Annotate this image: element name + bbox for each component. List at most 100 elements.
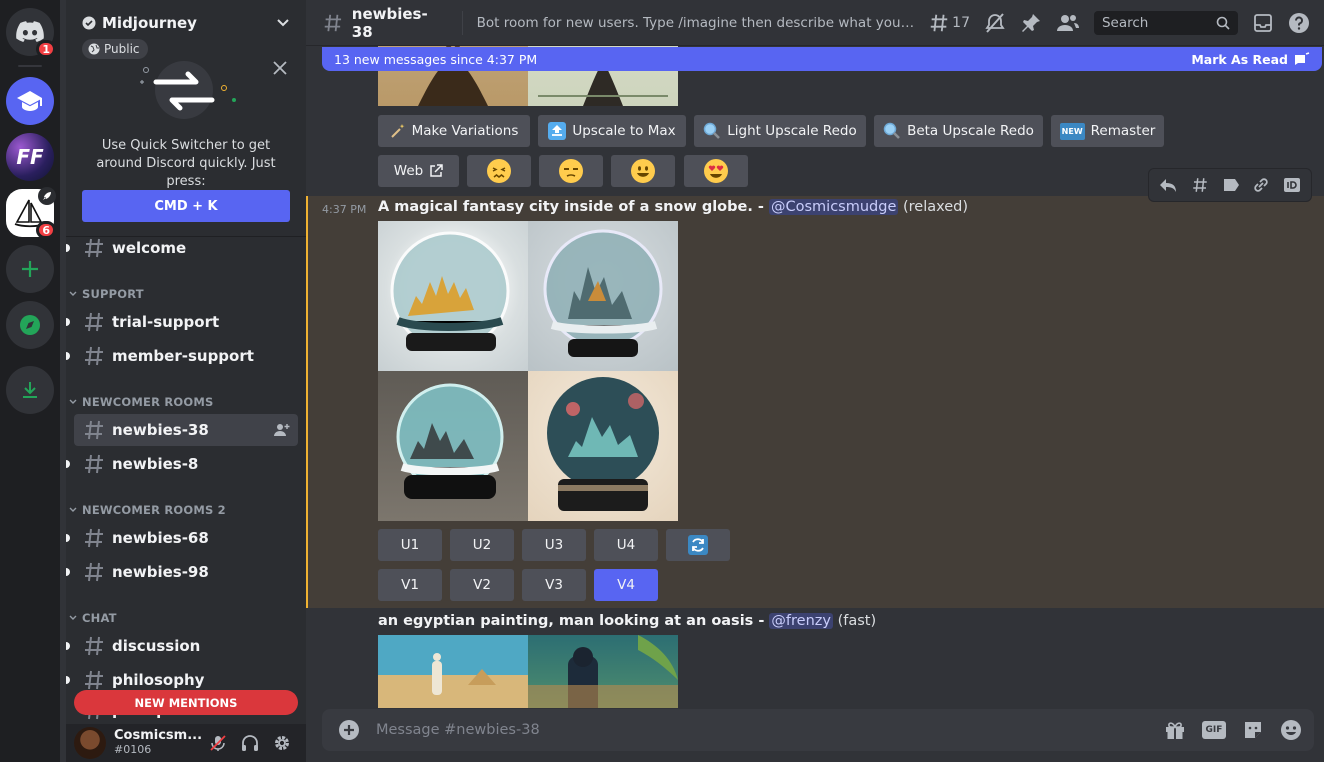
variation-v4-button[interactable]: V4	[594, 569, 658, 601]
channel-header: newbies-38 Bot room for new users. Type …	[306, 0, 1324, 46]
grid-image-2[interactable]	[528, 221, 678, 371]
button-label: Light Upscale Redo	[727, 123, 857, 139]
midjourney-server[interactable]: 6	[6, 187, 56, 239]
channel-label: welcome	[112, 239, 187, 257]
close-icon[interactable]	[271, 59, 289, 77]
channel-newbies-8[interactable]: newbies-8	[66, 448, 298, 480]
web-link-button[interactable]: Web	[378, 155, 459, 187]
pin-icon[interactable]	[1020, 12, 1042, 34]
user-mention[interactable]: @Cosmicsmudge	[769, 199, 899, 215]
inbox-icon[interactable]	[1252, 12, 1274, 34]
search-placeholder: Search	[1101, 14, 1149, 31]
grid-image-4[interactable]	[528, 371, 678, 521]
user-meta[interactable]: Cosmicsm... #0106	[114, 729, 202, 757]
member-list-icon[interactable]	[1056, 12, 1080, 34]
hash-thread-icon	[85, 562, 103, 582]
mark-as-read-label: Mark As Read	[1191, 51, 1288, 67]
discord-home-button[interactable]: 1	[6, 8, 56, 58]
make-variations-button[interactable]: Make Variations	[378, 115, 530, 147]
copy-id-icon[interactable]	[1283, 177, 1301, 193]
variation-v1-button[interactable]: V1	[378, 569, 442, 601]
beta-upscale-redo-button[interactable]: Beta Upscale Redo	[874, 115, 1043, 147]
add-attachment-icon[interactable]	[338, 719, 360, 741]
deafen-button[interactable]	[234, 727, 266, 759]
message-list: Make Variations Upscale to Max Light Ups…	[306, 46, 1324, 708]
variation-v2-button[interactable]: V2	[450, 569, 514, 601]
reaction-unamused-button[interactable]	[539, 155, 603, 187]
channel-welcome[interactable]: welcome	[66, 232, 298, 264]
message-composer[interactable]: Message #newbies-38 GIF	[322, 709, 1314, 751]
quick-switcher-shortcut-button[interactable]: CMD + K	[82, 190, 290, 222]
reroll-button[interactable]	[666, 529, 730, 561]
mute-button[interactable]	[202, 727, 234, 759]
quick-switcher-arrows-icon	[140, 61, 236, 119]
copy-link-icon[interactable]	[1252, 176, 1270, 194]
avatar[interactable]	[74, 727, 106, 759]
channel-topic[interactable]: Bot room for new users. Type /imagine th…	[477, 15, 919, 31]
category-newcomer-rooms-2[interactable]: NEWCOMER ROOMS 2	[68, 502, 226, 518]
snow-globe-image	[390, 231, 510, 351]
upscale-u1-button[interactable]: U1	[378, 529, 442, 561]
upscale-u2-button[interactable]: U2	[450, 529, 514, 561]
new-mentions-button[interactable]: NEW MENTIONS	[74, 690, 298, 715]
reaction-confounded-button[interactable]	[467, 155, 531, 187]
channel-label: newbies-98	[112, 563, 209, 581]
public-badge: Public	[82, 39, 148, 59]
mark-as-read-button[interactable]: Mark As Read	[1191, 52, 1310, 67]
reaction-heart-eyes-button[interactable]	[684, 155, 748, 187]
grid-image-1[interactable]	[378, 635, 528, 708]
help-icon[interactable]	[1288, 12, 1310, 34]
quick-switcher-text: Use Quick Switcher to get around Discord…	[96, 138, 276, 189]
grid-image-1[interactable]	[378, 221, 528, 371]
reaction-smiley-button[interactable]	[611, 155, 675, 187]
channel-newbies-38[interactable]: newbies-38	[74, 414, 298, 446]
channel-member-support[interactable]: member-support	[66, 340, 298, 372]
sticker-icon[interactable]	[1242, 719, 1264, 741]
user-settings-button[interactable]	[266, 727, 298, 759]
light-upscale-redo-button[interactable]: Light Upscale Redo	[694, 115, 866, 147]
gift-icon[interactable]	[1164, 719, 1186, 741]
channel-label: philosophy	[112, 671, 205, 689]
hash-thread-icon	[85, 346, 103, 366]
emoji-picker-icon[interactable]	[1280, 719, 1302, 741]
grid-image-3[interactable]	[378, 371, 528, 521]
grid-image-2[interactable]	[528, 635, 678, 708]
notification-badge: 6	[36, 221, 56, 239]
variation-v3-button[interactable]: V3	[522, 569, 586, 601]
upscale-to-max-button[interactable]: Upscale to Max	[538, 115, 686, 147]
new-messages-bar[interactable]: 13 new messages since 4:37 PM Mark As Re…	[322, 47, 1322, 71]
create-thread-icon[interactable]	[1190, 176, 1210, 194]
confounded-face-icon	[487, 159, 511, 183]
mark-unread-icon[interactable]	[1222, 177, 1240, 193]
search-input[interactable]: Search	[1093, 10, 1238, 35]
hash-thread-icon	[85, 238, 103, 258]
upscale-u4-button[interactable]: U4	[594, 529, 658, 561]
add-server-button[interactable]	[6, 245, 54, 293]
channel-trial-support[interactable]: trial-support	[66, 306, 298, 338]
upscale-u3-button[interactable]: U3	[522, 529, 586, 561]
download-apps-button[interactable]	[6, 366, 54, 414]
category-support[interactable]: SUPPORT	[68, 286, 144, 302]
button-label: Beta Upscale Redo	[907, 123, 1034, 139]
user-mention[interactable]: @frenzy	[769, 613, 833, 629]
explore-servers-button[interactable]	[6, 301, 54, 349]
user-panel: Cosmicsm... #0106	[66, 724, 306, 762]
threads-button[interactable]: 17	[928, 12, 970, 34]
channel-newbies-98[interactable]: newbies-98	[66, 556, 298, 588]
category-newcomer-rooms[interactable]: NEWCOMER ROOMS	[68, 394, 213, 410]
magnifier-icon	[883, 122, 900, 139]
create-invite-icon[interactable]	[274, 422, 290, 438]
unamused-face-icon	[559, 159, 583, 183]
ff-server[interactable]: FF	[6, 133, 54, 181]
graduation-cap-server[interactable]	[6, 77, 54, 125]
gif-button[interactable]: GIF	[1202, 721, 1226, 739]
reply-icon[interactable]	[1159, 177, 1177, 193]
magnifier-icon	[704, 122, 721, 139]
notification-bell-muted-icon[interactable]	[984, 12, 1006, 34]
channel-newbies-68[interactable]: newbies-68	[66, 522, 298, 554]
remaster-button[interactable]: NEW Remaster	[1051, 115, 1164, 147]
ff-server-label: FF	[16, 145, 44, 169]
message-input[interactable]: Message #newbies-38	[376, 722, 1164, 738]
category-chat[interactable]: CHAT	[68, 610, 117, 626]
channel-discussion[interactable]: discussion	[66, 630, 298, 662]
